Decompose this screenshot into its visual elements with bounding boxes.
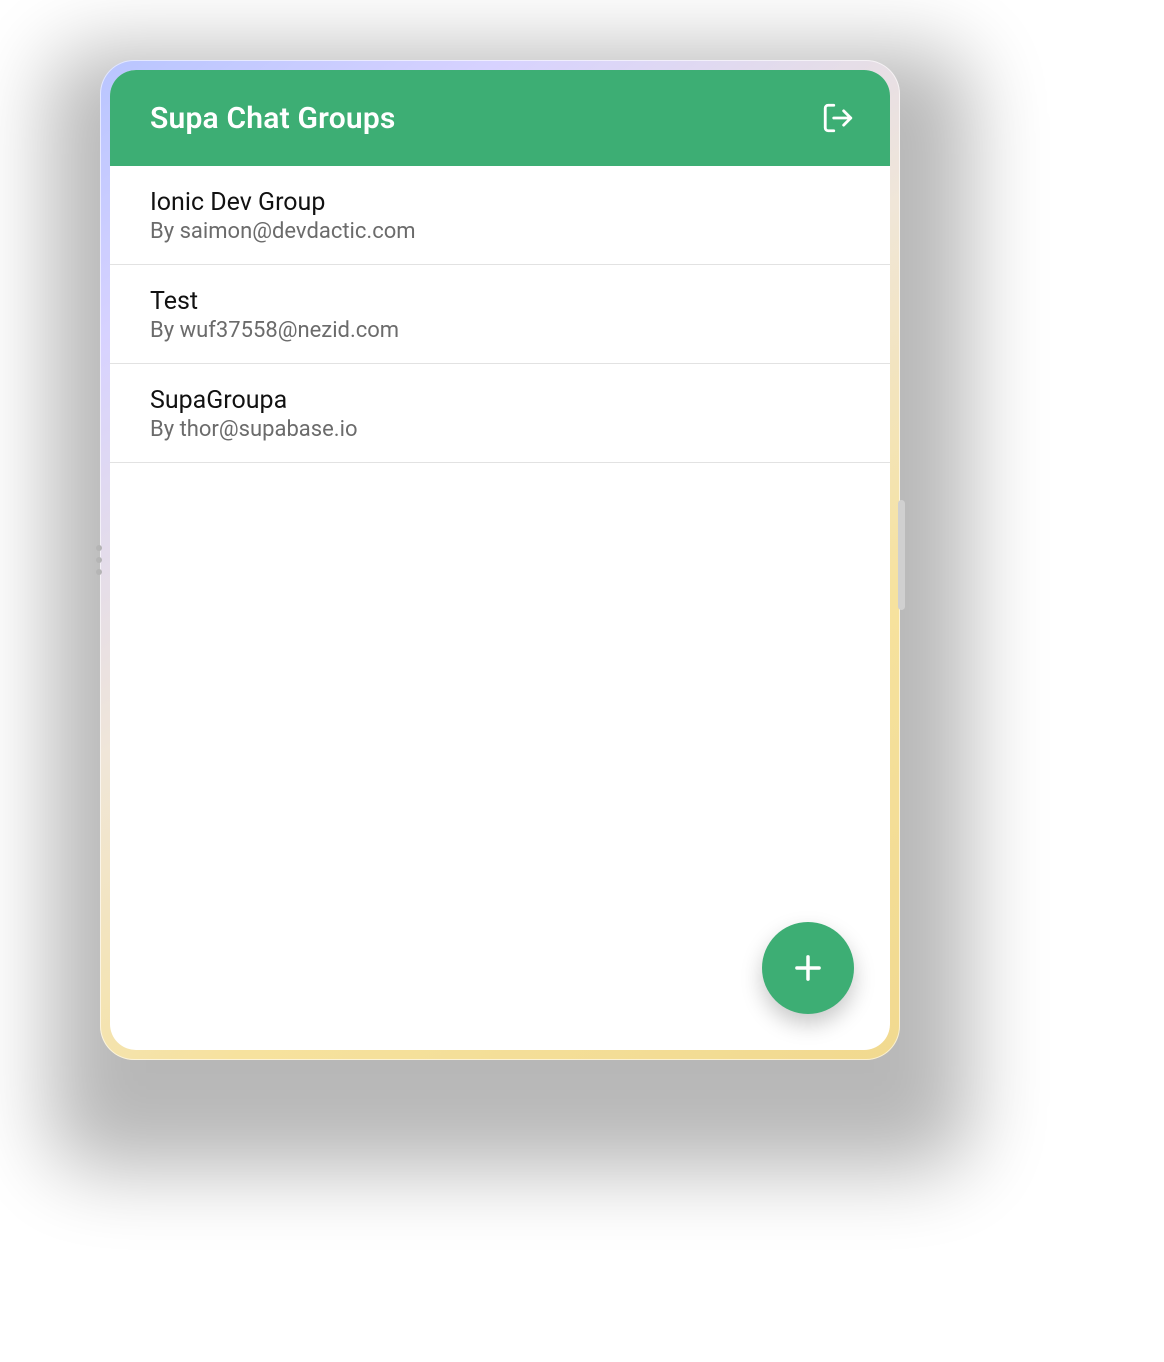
list-item[interactable]: Test By wuf37558@nezid.com bbox=[110, 265, 890, 364]
group-title: SupaGroupa bbox=[150, 386, 850, 415]
log-out-icon bbox=[821, 101, 855, 135]
group-list: Ionic Dev Group By saimon@devdactic.com … bbox=[110, 166, 890, 1050]
add-icon bbox=[789, 949, 827, 987]
list-item[interactable]: SupaGroupa By thor@supabase.io bbox=[110, 364, 890, 463]
group-byline: By wuf37558@nezid.com bbox=[150, 318, 850, 343]
decorative-dots bbox=[96, 545, 102, 575]
app-header: Supa Chat Groups bbox=[110, 70, 890, 166]
group-byline: By thor@supabase.io bbox=[150, 417, 850, 442]
app-screen: Supa Chat Groups Ionic Dev Group By saim… bbox=[110, 70, 890, 1050]
device-frame: Supa Chat Groups Ionic Dev Group By saim… bbox=[100, 60, 900, 1060]
list-item[interactable]: Ionic Dev Group By saimon@devdactic.com bbox=[110, 166, 890, 265]
group-title: Ionic Dev Group bbox=[150, 188, 850, 217]
add-group-button[interactable] bbox=[762, 922, 854, 1014]
group-byline: By saimon@devdactic.com bbox=[150, 219, 850, 244]
page-title: Supa Chat Groups bbox=[150, 101, 396, 136]
logout-button[interactable] bbox=[814, 94, 862, 142]
group-title: Test bbox=[150, 287, 850, 316]
decorative-side-pill bbox=[898, 500, 905, 610]
